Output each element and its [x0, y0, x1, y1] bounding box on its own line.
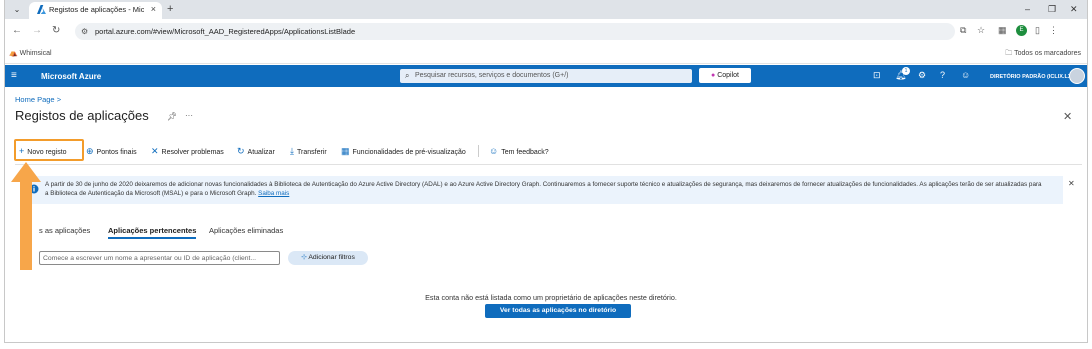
globe-icon: ⊕ [86, 146, 94, 156]
azure-logo-icon [37, 5, 46, 14]
bookmark-label: Whimsical [19, 50, 52, 57]
address-bar[interactable]: ⚙ portal.azure.com/#view/Microsoft_AAD_R… [75, 23, 955, 40]
copilot-label: Copilot [717, 72, 739, 79]
troubleshoot-label: Resolver problemas [161, 149, 224, 156]
wrench-icon: ✕ [151, 146, 159, 156]
toolbar-divider [478, 145, 479, 157]
azure-search-input[interactable]: ⌕ Pesquisar recursos, serviços e documen… [400, 69, 692, 83]
search-icon: ⌕ [405, 71, 410, 80]
browser-tab[interactable]: Registos de aplicações - Micro × [29, 2, 162, 19]
troubleshoot-button[interactable]: ✕ Resolver problemas [151, 142, 224, 160]
notification-badge: 1 [902, 67, 910, 75]
download-button[interactable]: ⤓ Transferir [290, 142, 327, 160]
feedback-label: Tem feedback? [501, 149, 549, 156]
refresh-icon: ↻ [237, 146, 245, 156]
azure-header: ≡ Microsoft Azure ⌕ Pesquisar recursos, … [5, 65, 1087, 87]
all-bookmarks[interactable]: 🗀 Todos os marcadores [1005, 48, 1081, 59]
cloud-shell-icon[interactable]: ⊡ [873, 69, 881, 82]
url-text: portal.azure.com/#view/Microsoft_AAD_Reg… [95, 27, 356, 36]
extension-icon[interactable]: ▦ [998, 24, 1007, 37]
breadcrumb[interactable]: Home Page > [15, 95, 61, 105]
deprecation-banner: A partir de 30 de junho de 2020 deixarem… [21, 176, 1075, 204]
new-registration-highlight [14, 139, 84, 161]
page-title: Registos de aplicações [15, 108, 149, 123]
profile-avatar[interactable]: E [1016, 25, 1027, 36]
tab-title: Registos de aplicações - Micro [49, 5, 144, 14]
bookmarks-bar: ⛺ Whimsical 🗀 Todos os marcadores [5, 44, 1087, 64]
settings-gear-icon[interactable]: ⚙ [918, 69, 926, 82]
download-icon: ⤓ [290, 146, 294, 156]
browser-toolbar: ← → ↻ ⚙ portal.azure.com/#view/Microsoft… [5, 19, 1087, 44]
preview-features-button[interactable]: ▦ Funcionalidades de pré-visualização [341, 142, 466, 160]
endpoints-button[interactable]: ⊕ Pontos finais [86, 142, 137, 160]
copilot-icon: ● [711, 72, 716, 79]
bookmark-star-icon[interactable]: ☆ [977, 24, 985, 37]
azure-brand[interactable]: Microsoft Azure [41, 71, 101, 82]
add-filters-button[interactable]: ⊹ Adicionar filtros [288, 251, 368, 265]
refresh-button[interactable]: ↻ Atualizar [237, 142, 275, 160]
side-panel-icon[interactable]: ▯ [1035, 24, 1040, 37]
site-info-icon[interactable]: ⚙ [81, 26, 88, 37]
tab-search-icon[interactable]: ⌄ [10, 4, 24, 16]
learn-more-link[interactable]: Saiba mais [258, 190, 289, 197]
directory-name[interactable]: DIRETÓRIO PADRÃO (ICLIX.LX) [990, 73, 1073, 82]
close-blade-icon[interactable]: ✕ [1063, 111, 1072, 124]
view-all-applications-button[interactable]: Ver todas as aplicações no diretório [485, 304, 631, 318]
new-tab-button[interactable]: + [167, 3, 173, 15]
preview-icon: ▦ [341, 146, 350, 156]
minimize-icon[interactable]: – [1025, 3, 1030, 15]
tab-owned-applications[interactable]: Aplicações pertencentes [108, 225, 196, 236]
close-window-icon[interactable]: ✕ [1070, 3, 1078, 15]
page: ⌄ Registos de aplicações - Micro × + – ❐… [0, 0, 1092, 349]
banner-message: A partir de 30 de junho de 2020 deixarem… [45, 181, 1042, 197]
restore-icon[interactable]: ❐ [1048, 3, 1056, 15]
preview-features-label: Funcionalidades de pré-visualização [352, 149, 466, 156]
user-avatar[interactable] [1069, 68, 1085, 84]
hamburger-menu-icon[interactable]: ≡ [11, 69, 17, 82]
browser-window: ⌄ Registos de aplicações - Micro × + – ❐… [4, 0, 1088, 343]
feedback-person-icon: ☺ [489, 146, 499, 156]
chrome-menu-icon[interactable]: ⋮ [1049, 24, 1058, 37]
bookmark-whimsical[interactable]: ⛺ Whimsical [9, 48, 52, 59]
copilot-button[interactable]: ● Copilot [699, 68, 751, 83]
forward-icon[interactable]: → [32, 25, 42, 37]
divider [15, 164, 1082, 165]
browser-tab-strip: ⌄ Registos de aplicações - Micro × + – ❐… [5, 0, 1087, 19]
cast-icon[interactable]: ⧉ [960, 24, 966, 37]
whimsical-icon: ⛺ [9, 50, 18, 57]
refresh-label: Atualizar [247, 149, 275, 156]
folder-icon: 🗀 [1005, 50, 1013, 57]
feedback-icon[interactable]: ☺ [961, 69, 970, 82]
more-options-icon[interactable]: ··· [185, 110, 193, 121]
empty-state-message: Esta conta não está listada como um prop… [425, 293, 677, 302]
dismiss-banner-icon[interactable]: ✕ [1068, 179, 1075, 189]
add-filters-label: Adicionar filtros [308, 254, 355, 261]
filter-icon: ⊹ [301, 254, 307, 261]
tab-all-applications[interactable]: s as aplicações [39, 225, 90, 236]
endpoints-label: Pontos finais [96, 149, 137, 156]
close-tab-icon[interactable]: × [151, 4, 156, 15]
reload-icon[interactable]: ↻ [52, 25, 60, 37]
app-search-input[interactable]: Comece a escrever um nome a apresentar o… [39, 251, 280, 265]
active-tab-indicator [108, 237, 196, 239]
annotation-arrow-icon [11, 162, 41, 270]
help-icon[interactable]: ? [940, 69, 945, 82]
all-bookmarks-label: Todos os marcadores [1014, 50, 1081, 57]
download-label: Transferir [296, 149, 327, 156]
feedback-button[interactable]: ☺ Tem feedback? [489, 142, 549, 160]
app-search-placeholder: Comece a escrever um nome a apresentar o… [43, 255, 257, 262]
tab-deleted-applications[interactable]: Aplicações eliminadas [209, 225, 283, 236]
search-placeholder: Pesquisar recursos, serviços e documento… [415, 72, 569, 79]
banner-text: A partir de 30 de junho de 2020 deixarem… [45, 181, 1045, 198]
pin-icon[interactable]: 📌︎ [167, 111, 177, 122]
back-icon[interactable]: ← [12, 25, 22, 37]
